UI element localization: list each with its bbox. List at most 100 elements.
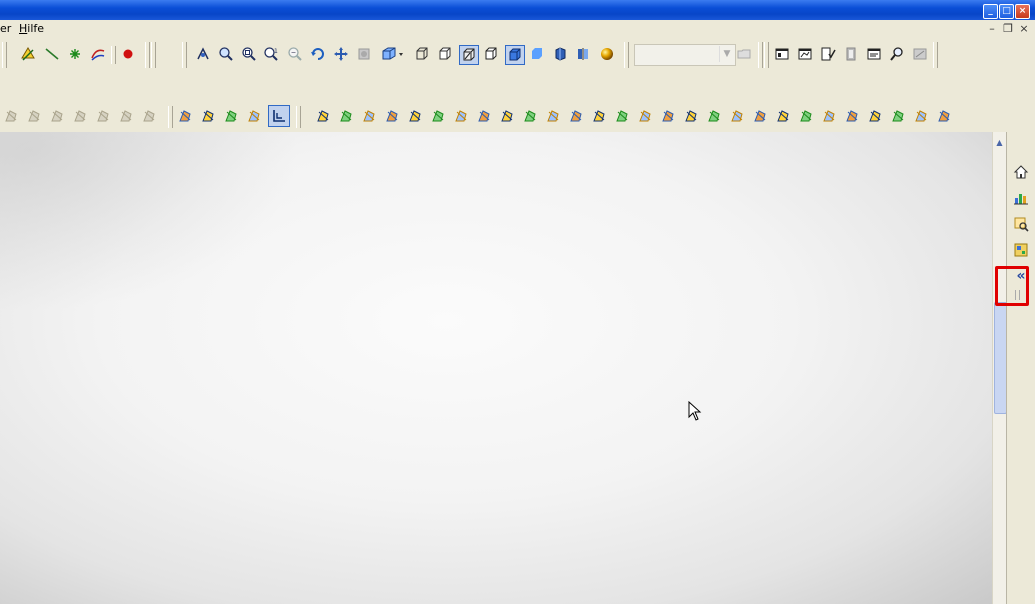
task-pane-tabs: « xyxy=(1006,132,1035,604)
toolbar-grip[interactable] xyxy=(151,42,156,68)
perspective-icon[interactable] xyxy=(551,45,569,63)
pan-icon[interactable] xyxy=(332,45,350,63)
fe-icon-6[interactable] xyxy=(117,107,135,125)
mdi-restore-button[interactable]: ❐ xyxy=(1001,22,1015,35)
beam-icon[interactable] xyxy=(429,107,447,125)
table2-icon[interactable] xyxy=(728,107,746,125)
search-view-icon[interactable] xyxy=(1011,214,1031,234)
load-icon[interactable] xyxy=(475,107,493,125)
window-maximize-button[interactable]: □ xyxy=(999,4,1014,19)
search-icon[interactable] xyxy=(888,45,906,63)
box-icon[interactable] xyxy=(452,107,470,125)
graph-icon[interactable] xyxy=(751,107,769,125)
record-icon[interactable] xyxy=(119,45,137,63)
toolbar-grip[interactable] xyxy=(624,42,629,68)
zoom-area-icon[interactable]: 1 xyxy=(262,45,280,63)
fe-icon-4[interactable] xyxy=(71,107,89,125)
properties-icon[interactable] xyxy=(1011,240,1031,260)
clip-icon[interactable] xyxy=(935,107,953,125)
result-icon[interactable] xyxy=(866,107,884,125)
folder-view-icon[interactable] xyxy=(735,45,753,63)
node-icon[interactable] xyxy=(406,107,424,125)
point-icon[interactable] xyxy=(66,45,84,63)
contour-icon[interactable] xyxy=(889,107,907,125)
curve-icon[interactable] xyxy=(89,45,107,63)
scroll-up-icon[interactable]: ▲ xyxy=(994,138,1005,148)
dialog-icon[interactable] xyxy=(865,45,883,63)
toolbar-grip[interactable] xyxy=(764,42,769,68)
window-minimize-button[interactable]: _ xyxy=(983,4,998,19)
shaded-edges-icon[interactable] xyxy=(459,45,479,65)
plot-icon[interactable] xyxy=(774,107,792,125)
toolbar-grip[interactable] xyxy=(2,42,7,68)
window-close-button[interactable]: × xyxy=(1015,4,1030,19)
constraint-icon[interactable] xyxy=(613,107,631,125)
surface-icon[interactable] xyxy=(176,107,194,125)
checklist-icon[interactable] xyxy=(819,45,837,63)
section-icon[interactable] xyxy=(574,45,592,63)
curve-tool-icon[interactable] xyxy=(199,107,217,125)
coordinate-icon[interactable] xyxy=(268,105,290,127)
sketch-plane-icon[interactable] xyxy=(19,45,37,63)
toolbar-grip[interactable] xyxy=(182,42,187,68)
graph-window-icon[interactable] xyxy=(796,45,814,63)
hidden-line-icon[interactable] xyxy=(436,45,454,63)
menu-item-hilfe[interactable]: Hilfe xyxy=(19,22,44,35)
check-icon[interactable] xyxy=(682,107,700,125)
menu-item-partial[interactable]: er xyxy=(0,22,11,35)
zoom-icon[interactable] xyxy=(217,45,235,63)
home-icon[interactable] xyxy=(1011,162,1031,182)
fe-icon-7[interactable] xyxy=(140,107,158,125)
analysis-icon[interactable] xyxy=(820,107,838,125)
filter2-icon[interactable] xyxy=(843,107,861,125)
vertex-icon[interactable] xyxy=(521,107,539,125)
toolbar-grip[interactable] xyxy=(168,106,173,128)
render-icon[interactable] xyxy=(355,45,373,63)
cube-icon[interactable] xyxy=(498,107,516,125)
menu-hilfe-rest: ilfe xyxy=(27,22,45,35)
rotate-icon[interactable] xyxy=(309,45,327,63)
line-icon[interactable] xyxy=(43,45,61,63)
rotate-mesh-icon[interactable] xyxy=(636,107,654,125)
sphere-icon[interactable] xyxy=(598,45,616,63)
toolbar-grip[interactable] xyxy=(758,42,763,68)
check2-icon[interactable] xyxy=(705,107,723,125)
toolbar-grip[interactable] xyxy=(296,106,301,128)
axis-icon[interactable] xyxy=(590,107,608,125)
edge-icon[interactable] xyxy=(544,107,562,125)
select-body-icon[interactable] xyxy=(360,107,378,125)
table-icon[interactable] xyxy=(245,107,263,125)
mdi-close-button[interactable]: × xyxy=(1017,22,1031,35)
view-cube-icon[interactable] xyxy=(379,45,407,63)
chart-icon[interactable] xyxy=(1011,188,1031,208)
point-mesh-icon[interactable] xyxy=(567,107,585,125)
fe-icon-1[interactable] xyxy=(2,107,20,125)
no-hidden-icon[interactable] xyxy=(482,45,500,63)
mouse-cursor-icon xyxy=(688,401,702,421)
fe-icon-5[interactable] xyxy=(94,107,112,125)
shaded-solid-icon[interactable] xyxy=(528,45,546,63)
view-select-combo[interactable]: ▼ xyxy=(634,44,736,66)
fe-icon-2[interactable] xyxy=(25,107,43,125)
view-orient-icon[interactable] xyxy=(194,45,212,63)
list-icon[interactable] xyxy=(222,107,240,125)
select-icon[interactable] xyxy=(337,107,355,125)
script-icon[interactable] xyxy=(911,45,929,63)
toolbar-separator xyxy=(111,46,116,64)
zoom-fit-icon[interactable] xyxy=(240,45,258,63)
film-icon[interactable] xyxy=(842,45,860,63)
cut-icon[interactable] xyxy=(797,107,815,125)
mdi-minimize-button[interactable]: – xyxy=(985,22,999,35)
toolbar-grip[interactable] xyxy=(145,42,150,68)
vertical-scrollbar[interactable]: ▲ xyxy=(992,132,1007,604)
mesh-icon[interactable] xyxy=(659,107,677,125)
fe-icon-3[interactable] xyxy=(48,107,66,125)
probe-icon[interactable] xyxy=(912,107,930,125)
wireframe-icon[interactable] xyxy=(413,45,431,63)
pick-icon[interactable] xyxy=(383,107,401,125)
filter-icon[interactable] xyxy=(314,107,332,125)
shaded-icon[interactable] xyxy=(505,45,525,65)
toolbar-grip[interactable] xyxy=(933,42,938,68)
zoom-out-icon[interactable] xyxy=(286,45,304,63)
window-layout-icon[interactable] xyxy=(773,45,791,63)
